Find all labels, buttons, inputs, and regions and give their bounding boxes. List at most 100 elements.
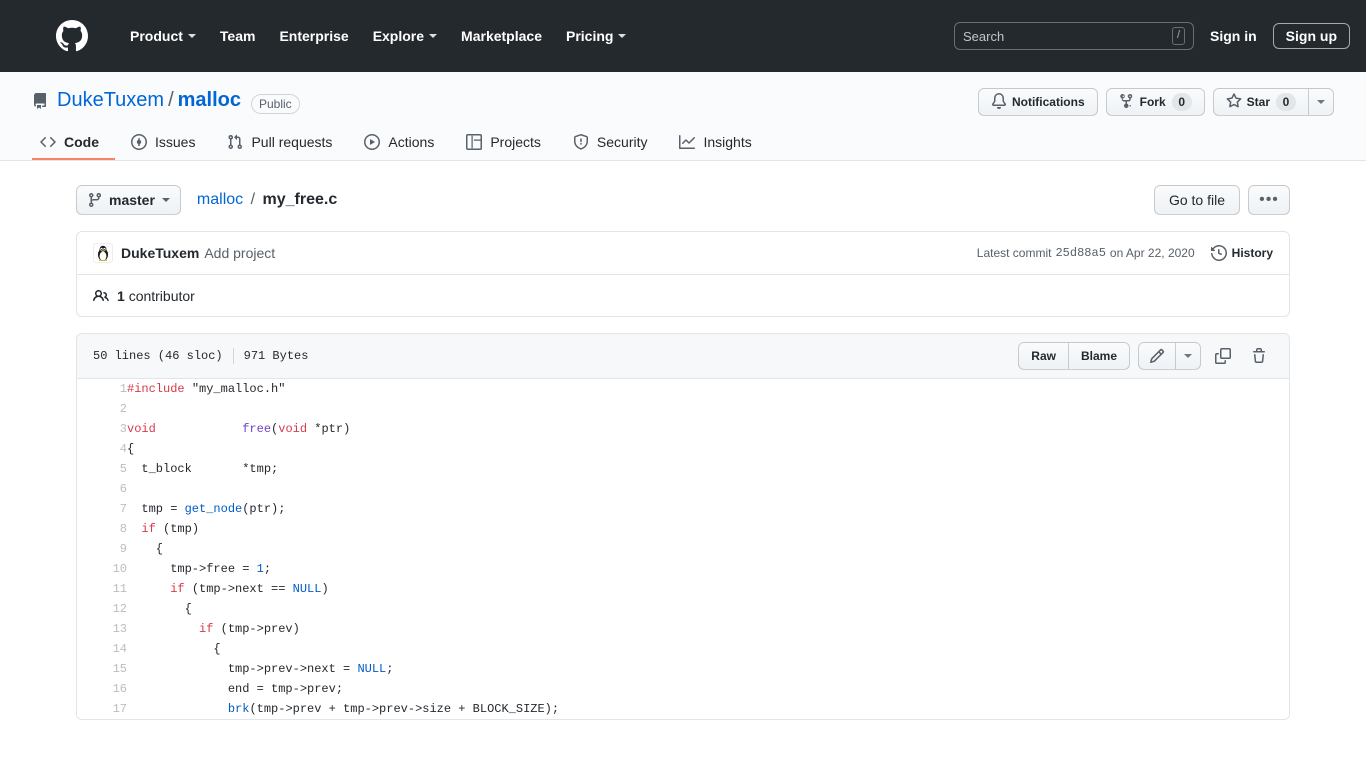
global-nav-item-product[interactable]: Product xyxy=(122,28,204,44)
play-icon xyxy=(364,134,381,150)
code-line: 3 void free(void *ptr) xyxy=(77,419,1289,439)
line-number[interactable]: 11 xyxy=(77,579,127,599)
breadcrumb-root-link[interactable]: malloc xyxy=(197,191,243,208)
star-count: 0 xyxy=(1276,93,1296,111)
tab-issues[interactable]: Issues xyxy=(115,126,211,160)
line-content: brk(tmp->prev + tmp->prev->size + BLOCK_… xyxy=(227,702,560,716)
global-nav-label: Team xyxy=(219,28,256,44)
global-nav-item-enterprise[interactable]: Enterprise xyxy=(271,28,356,44)
line-number[interactable]: 8 xyxy=(77,519,127,539)
line-number[interactable]: 5 xyxy=(77,459,127,479)
chevron-down-icon xyxy=(429,34,438,38)
tab-security[interactable]: Security xyxy=(557,126,664,160)
tab-label: Pull requests xyxy=(251,134,333,150)
repo-owner-link[interactable]: DukeTuxem xyxy=(57,88,164,113)
commit-sha-link[interactable]: 25d88a5 xyxy=(1055,246,1105,260)
notifications-label: Notifications xyxy=(1011,95,1085,109)
tab-insights[interactable]: Insights xyxy=(663,126,767,160)
tab-label: Issues xyxy=(155,134,196,150)
line-number[interactable]: 14 xyxy=(77,639,127,659)
line-content: end = tmp->prev; xyxy=(127,682,344,696)
sign-up-button[interactable]: Sign up xyxy=(1272,23,1350,49)
edit-file-button[interactable] xyxy=(1138,342,1176,370)
star-icon xyxy=(1226,92,1247,112)
line-number[interactable]: 2 xyxy=(77,399,127,419)
latest-commit-label: Latest commit xyxy=(976,246,1052,260)
people-icon xyxy=(93,289,109,301)
github-mark-icon[interactable] xyxy=(56,20,88,52)
issue-opened-icon xyxy=(131,134,147,150)
line-content: { xyxy=(127,642,221,656)
sign-in-link[interactable]: Sign in xyxy=(1210,28,1257,44)
line-number[interactable]: 13 xyxy=(77,619,127,639)
repo-path-separator: / xyxy=(168,89,174,111)
code-line: 9 { xyxy=(77,539,1289,559)
code-line: 8 if (tmp) xyxy=(77,519,1289,539)
branch-selector-button[interactable]: master xyxy=(76,185,181,215)
tab-pull-requests[interactable]: Pull requests xyxy=(211,126,348,160)
tab-label: Insights xyxy=(703,134,752,150)
star-dropdown-button[interactable] xyxy=(1309,88,1334,116)
global-nav-label: Product xyxy=(130,28,183,44)
trash-icon xyxy=(1253,348,1265,363)
tab-label: Code xyxy=(64,134,99,150)
edit-dropdown-button[interactable] xyxy=(1176,342,1201,370)
line-content xyxy=(127,479,1289,499)
notifications-button[interactable]: Notifications xyxy=(977,88,1098,116)
commit-author-link[interactable]: DukeTuxem xyxy=(121,245,199,261)
tab-projects[interactable]: Projects xyxy=(450,126,557,160)
breadcrumb-separator: / xyxy=(250,191,256,208)
tux-avatar[interactable] xyxy=(93,243,113,263)
blob-meta-divider xyxy=(232,348,234,364)
copy-contents-button[interactable] xyxy=(1209,342,1237,370)
delete-file-button[interactable] xyxy=(1245,342,1273,370)
search-input[interactable] xyxy=(963,28,1172,44)
graph-icon xyxy=(679,135,696,149)
code-line: 16 end = tmp->prev; xyxy=(77,679,1289,699)
line-number[interactable]: 6 xyxy=(77,479,127,499)
line-number[interactable]: 1 xyxy=(77,379,127,399)
go-to-file-button[interactable]: Go to file xyxy=(1153,185,1240,215)
line-number[interactable]: 17 xyxy=(77,699,127,719)
repo-title: DukeTuxem / malloc Public xyxy=(32,88,300,114)
search-box[interactable]: / xyxy=(954,22,1194,50)
more-options-button[interactable]: ••• xyxy=(1248,185,1290,215)
star-button[interactable]: Star 0 xyxy=(1212,88,1309,116)
file-navigation-row: master malloc / my_free.c Go to file ••• xyxy=(76,185,1290,215)
tab-code[interactable]: Code xyxy=(32,126,115,160)
line-number[interactable]: 12 xyxy=(77,599,127,619)
line-number[interactable]: 16 xyxy=(77,679,127,699)
global-nav-label: Explore xyxy=(372,28,425,44)
code-line: 5 t_block *tmp; xyxy=(77,459,1289,479)
tab-label: Actions xyxy=(388,134,435,150)
line-number[interactable]: 7 xyxy=(77,499,127,519)
history-icon xyxy=(1210,245,1227,261)
tab-actions[interactable]: Actions xyxy=(348,126,450,160)
fork-button[interactable]: Fork 0 xyxy=(1105,88,1205,116)
blame-button[interactable]: Blame xyxy=(1068,342,1130,370)
contributors-label[interactable]: 1 contributor xyxy=(117,288,195,304)
repo-name-link[interactable]: malloc xyxy=(178,88,241,113)
branch-name: master xyxy=(109,192,155,208)
shield-icon xyxy=(573,134,588,150)
line-number[interactable]: 4 xyxy=(77,439,127,459)
global-header: Product Team Enterprise Explore Marketpl… xyxy=(0,0,1366,72)
global-nav-item-marketplace[interactable]: Marketplace xyxy=(453,28,550,44)
line-number[interactable]: 10 xyxy=(77,559,127,579)
line-number[interactable]: 3 xyxy=(77,419,127,439)
contributors-count: 1 xyxy=(117,287,125,304)
line-number[interactable]: 15 xyxy=(77,659,127,679)
global-nav-item-explore[interactable]: Explore xyxy=(365,28,445,44)
edit-group xyxy=(1138,342,1201,370)
global-nav-label: Pricing xyxy=(565,28,614,44)
triangle-down-icon xyxy=(161,198,170,202)
line-number[interactable]: 9 xyxy=(77,539,127,559)
line-content: tmp->prev->next = NULL; xyxy=(127,662,394,676)
commit-message-link[interactable]: Add project xyxy=(204,245,275,261)
file-blob: 50 lines (46 sloc) 971 Bytes Raw Blame 1… xyxy=(76,333,1290,720)
history-link[interactable]: History xyxy=(1210,245,1273,261)
code-line: 13 if (tmp->prev) xyxy=(77,619,1289,639)
raw-button[interactable]: Raw xyxy=(1018,342,1069,370)
global-nav-item-pricing[interactable]: Pricing xyxy=(558,28,634,44)
global-nav-item-team[interactable]: Team xyxy=(212,28,264,44)
